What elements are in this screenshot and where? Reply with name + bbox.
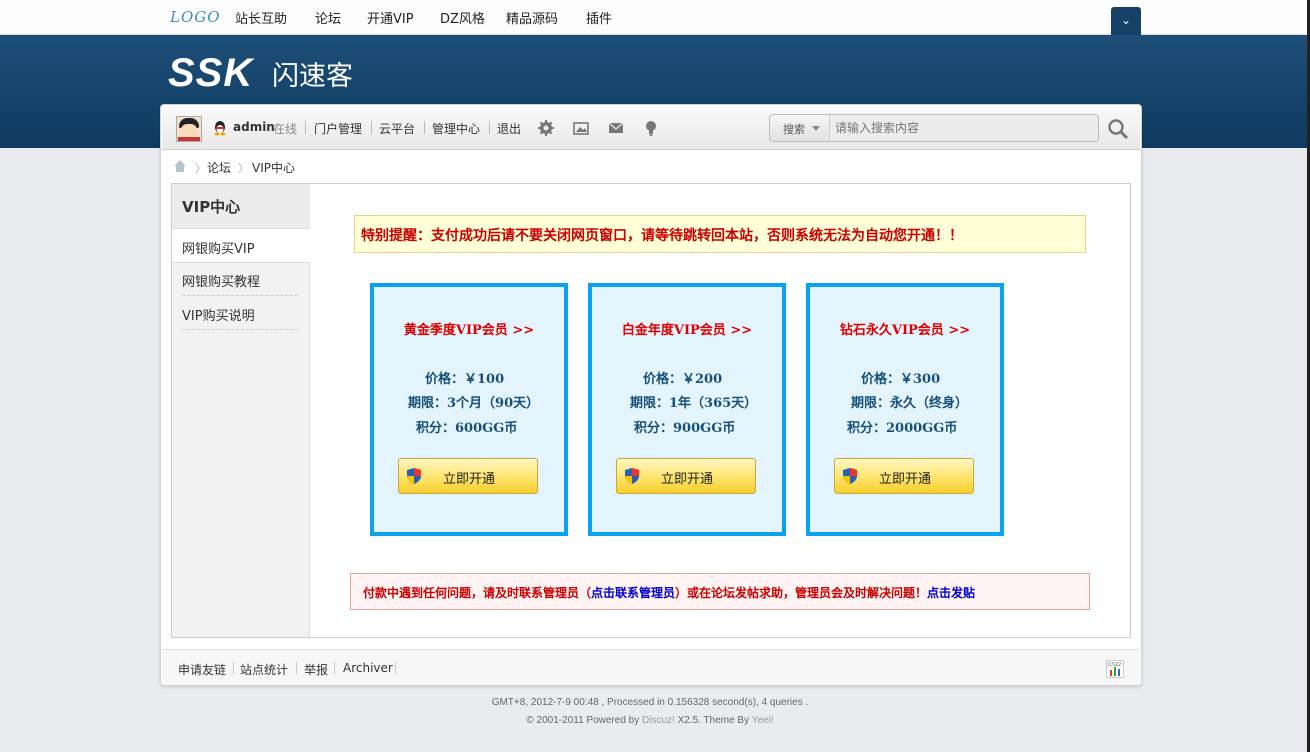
divider	[371, 121, 372, 134]
divider	[233, 662, 234, 674]
breadcrumb-separator: 〉	[238, 162, 249, 175]
brand-name: 闪速客	[272, 61, 353, 92]
report-link[interactable]: 举报	[304, 661, 328, 678]
activate-button-label: 立即开通	[878, 472, 931, 487]
payment-notice-text: 特别提醒：支付成功后请不要关闭网页窗口，请等待跳转回本站，否则系统无法为自动您开…	[361, 228, 963, 244]
post-thread-link[interactable]: 点击发贴	[927, 586, 975, 600]
topnav-dz-style[interactable]: DZ风格	[440, 8, 485, 27]
activate-button[interactable]: 立即开通	[616, 458, 756, 494]
main-container: admin 在线 门户管理 云平台 管理中心 退出 搜索 请输入搜索内容 〉 论…	[160, 104, 1142, 686]
sidebar-title: VIP中心	[172, 184, 310, 229]
search-icon[interactable]	[1107, 118, 1129, 140]
plan-price: 价格：￥200	[643, 372, 723, 387]
avatar[interactable]	[176, 116, 202, 142]
plan-title[interactable]: 钻石永久VIP会员 >>	[810, 319, 1000, 338]
breadcrumb-forum[interactable]: 论坛	[207, 159, 231, 176]
breadcrumb-vip-center[interactable]: VIP中心	[252, 159, 295, 176]
plan-price: 价格：￥300	[861, 372, 941, 387]
sidebar-item-label: 网银购买教程	[182, 275, 261, 290]
help-text-1: 付款中遇到任何问题，请及时联系管理员（	[363, 586, 592, 600]
divider	[395, 662, 396, 674]
copyright-text: © 2001-2011 Powered by	[526, 715, 642, 726]
brand-logo[interactable]: SSK	[168, 51, 253, 96]
topnav-plugins[interactable]: 插件	[586, 8, 612, 27]
image-icon[interactable]	[572, 119, 590, 137]
admin-center-link[interactable]: 管理中心	[432, 120, 480, 137]
plan-card-platinum: 白金年度VIP会员 >> 价格：￥200 期限：1年（365天） 积分：900G…	[588, 283, 786, 536]
discuz-link[interactable]: Discuz!	[642, 715, 675, 726]
sidebar-item-tutorial[interactable]: 网银购买教程	[182, 263, 298, 296]
user-toolbar: admin 在线 门户管理 云平台 管理中心 退出 搜索 请输入搜索内容	[162, 106, 1140, 150]
sidebar: VIP中心 网银购买VIP 网银购买教程 VIP购买说明	[172, 184, 310, 637]
plan-period: 期限：3个月（90天）	[408, 396, 540, 411]
divider	[296, 662, 297, 674]
yeei-link[interactable]: Yeei!	[752, 715, 774, 726]
plan-points: 积分：2000GG币	[847, 421, 958, 436]
divider	[305, 121, 306, 134]
site-logo-small[interactable]: LOGO	[170, 8, 221, 26]
cloud-platform-link[interactable]: 云平台	[379, 120, 415, 137]
plan-points: 积分：900GG币	[634, 421, 736, 436]
search-input[interactable]	[832, 115, 1098, 141]
activate-button-label: 立即开通	[442, 472, 495, 487]
plan-title[interactable]: 白金年度VIP会员 >>	[592, 319, 782, 338]
divider	[334, 662, 335, 674]
theme-text: X2.5. Theme By	[674, 715, 752, 726]
header-toggle-button[interactable]: ⌄	[1111, 7, 1141, 36]
help-notice-text: 付款中遇到任何问题，请及时联系管理员（点击联系管理员）或在论坛发帖求助，管理员会…	[363, 584, 975, 601]
plan-points: 积分：600GG币	[416, 421, 518, 436]
qq-icon	[214, 121, 226, 136]
contact-admin-link[interactable]: 点击联系管理员	[591, 586, 675, 600]
online-status: 在线	[273, 122, 298, 136]
sidebar-item-label: 网银购买VIP	[182, 242, 255, 257]
dropdown-arrow-icon	[812, 126, 820, 131]
divider	[489, 121, 490, 134]
home-icon[interactable]	[173, 159, 187, 173]
site-stats-link[interactable]: 站点统计	[240, 661, 288, 678]
plan-period: 期限：永久（终身）	[851, 396, 969, 411]
username-link[interactable]: admin	[233, 120, 275, 134]
sidebar-item-buy-vip[interactable]: 网银购买VIP	[172, 228, 310, 263]
mail-icon[interactable]	[607, 119, 625, 137]
search-type-select[interactable]: 搜索	[770, 115, 830, 141]
search-type-label: 搜索	[783, 123, 805, 136]
payment-notice: 特别提醒：支付成功后请不要关闭网页窗口，请等待跳转回本站，否则系统无法为自动您开…	[354, 215, 1086, 253]
plan-title[interactable]: 黄金季度VIP会员 >>	[374, 319, 564, 338]
sidebar-item-label: VIP购买说明	[182, 309, 255, 324]
content-panel: VIP中心 网银购买VIP 网银购买教程 VIP购买说明 特别提醒：支付成功后请…	[171, 183, 1131, 638]
help-notice: 付款中遇到任何问题，请及时联系管理员（点击联系管理员）或在论坛发帖求助，管理员会…	[350, 573, 1090, 610]
activate-button-label: 立即开通	[660, 472, 713, 487]
plan-card-diamond: 钻石永久VIP会员 >> 价格：￥300 期限：永久（终身） 积分：2000GG…	[806, 283, 1004, 536]
topnav-vip[interactable]: 开通VIP	[367, 8, 414, 27]
bulb-icon[interactable]	[642, 119, 660, 137]
topnav-forum[interactable]: 论坛	[315, 8, 341, 27]
activate-button[interactable]: 立即开通	[834, 458, 974, 494]
apply-link-exchange[interactable]: 申请友链	[178, 661, 226, 678]
portal-admin-link[interactable]: 门户管理	[314, 120, 362, 137]
help-text-2: ）或在论坛发帖求助，管理员会及时解决问题！	[675, 586, 928, 600]
breadcrumb-separator: 〉	[195, 162, 206, 175]
activate-button[interactable]: 立即开通	[398, 458, 538, 494]
footer-stats: GMT+8, 2012-7-9 00:48 , Processed in 0.1…	[491, 697, 809, 708]
divider	[424, 121, 425, 134]
topnav-source[interactable]: 精品源码	[506, 8, 558, 27]
footer-nav: 申请友链 站点统计 举报 Archiver cnzz	[162, 649, 1140, 685]
plan-period: 期限：1年（365天）	[630, 396, 758, 411]
footer-copyright: © 2001-2011 Powered by Discuz! X2.5. The…	[0, 715, 1300, 726]
cnzz-stats-icon[interactable]: cnzz	[1106, 660, 1124, 678]
topnav-zhanzhang[interactable]: 站长互助	[235, 8, 287, 27]
archiver-link[interactable]: Archiver	[343, 661, 393, 675]
top-bar: LOGO 站长互助 论坛 开通VIP DZ风格 精品源码 插件 ⌄	[0, 0, 1310, 36]
chevron-down-icon: ⌄	[1121, 13, 1132, 27]
sidebar-item-instructions[interactable]: VIP购买说明	[182, 297, 298, 330]
gear-icon[interactable]	[537, 119, 555, 137]
plan-card-gold: 黄金季度VIP会员 >> 价格：￥100 期限：3个月（90天） 积分：600G…	[370, 283, 568, 536]
search-box: 搜索	[769, 114, 1099, 142]
sidebar-title-text: VIP中心	[182, 198, 241, 216]
plan-price: 价格：￥100	[425, 372, 505, 387]
logout-link[interactable]: 退出	[497, 120, 521, 137]
